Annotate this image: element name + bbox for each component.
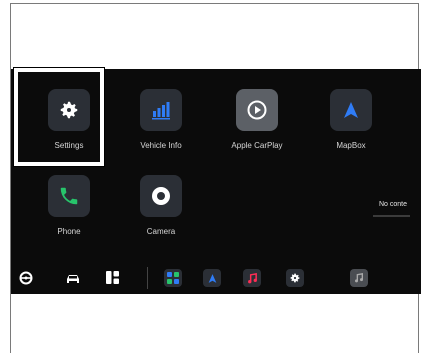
music-icon[interactable] xyxy=(243,269,261,287)
app-label: MapBox xyxy=(336,141,366,150)
navigation-arrow-icon[interactable] xyxy=(203,269,221,287)
app-camera[interactable]: Camera xyxy=(125,175,197,236)
bar-chart-icon xyxy=(140,89,182,131)
carplay-icon xyxy=(236,89,278,131)
car-icon[interactable] xyxy=(65,272,81,290)
app-mapbox[interactable]: MapBox xyxy=(315,89,387,150)
app-label: Phone xyxy=(57,227,81,236)
gear-icon[interactable] xyxy=(286,269,304,287)
music-note-icon[interactable] xyxy=(350,269,368,287)
now-playing-text: No conte xyxy=(379,201,408,208)
steering-wheel-icon[interactable] xyxy=(19,271,33,290)
app-label: Vehicle Info xyxy=(140,141,182,150)
camera-icon xyxy=(140,175,182,217)
phone-icon xyxy=(48,175,90,217)
app-label: Camera xyxy=(146,227,176,236)
dock-bar xyxy=(11,263,421,294)
app-vehicle-info[interactable]: Vehicle Info xyxy=(125,89,197,150)
apps-grid-icon[interactable] xyxy=(106,271,119,289)
multi-app-icon[interactable] xyxy=(164,269,182,287)
selection-highlight xyxy=(13,67,105,167)
dock-divider xyxy=(147,267,148,289)
app-label: Apple CarPlay xyxy=(231,141,283,150)
navigation-arrow-icon xyxy=(330,89,372,131)
app-apple-carplay[interactable]: Apple CarPlay xyxy=(221,89,293,150)
now-playing-progress xyxy=(373,215,410,217)
app-phone[interactable]: Phone xyxy=(33,175,105,236)
